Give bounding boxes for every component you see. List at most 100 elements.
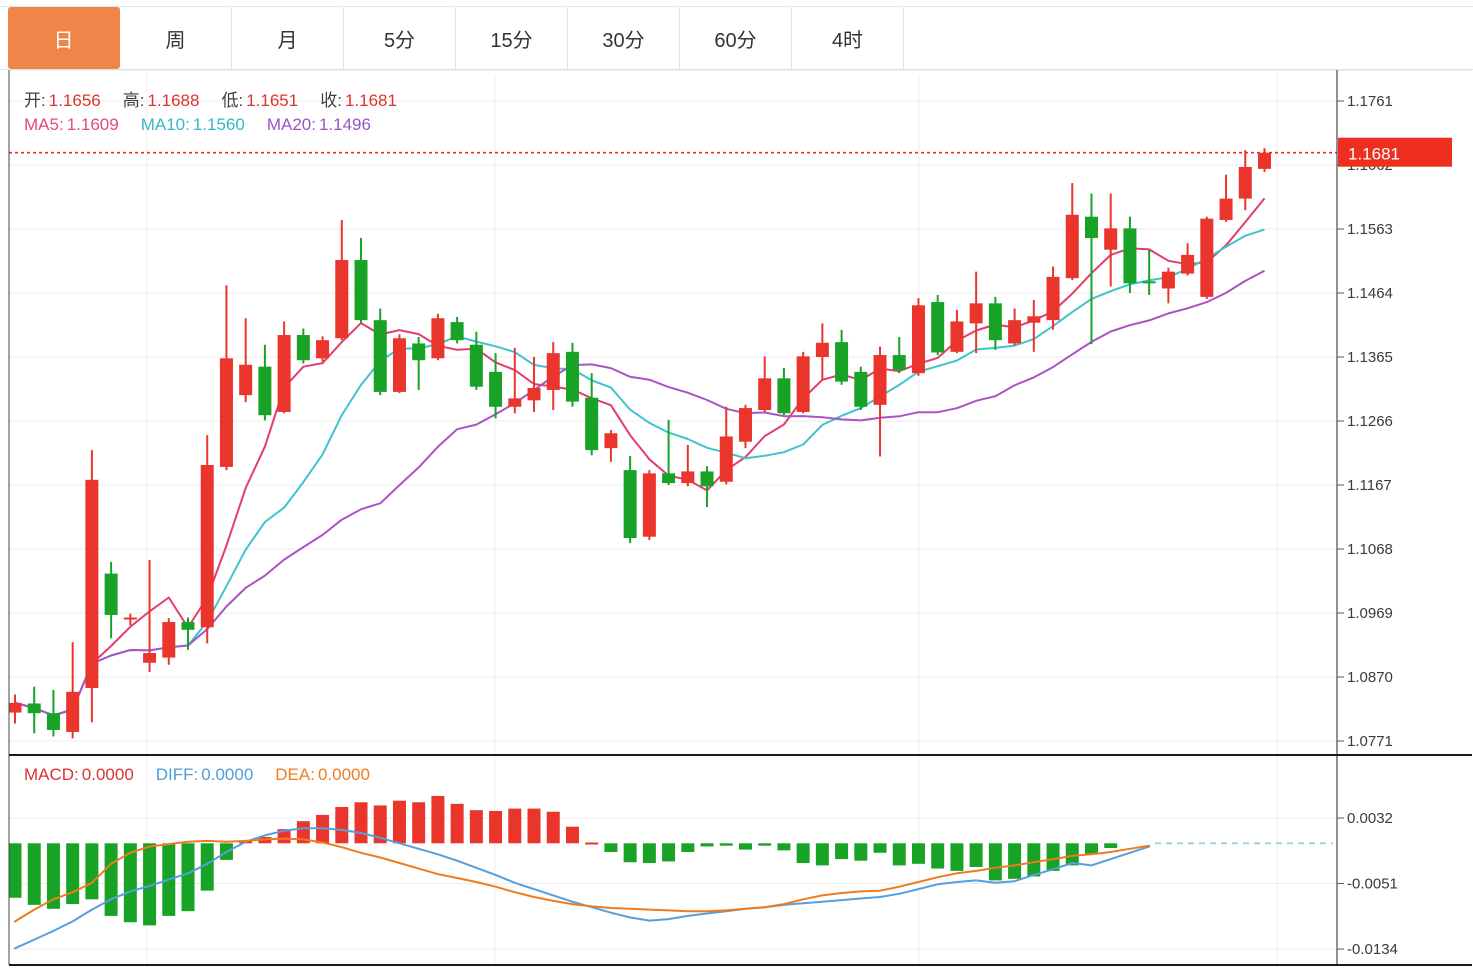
candle-body: [950, 321, 963, 351]
candle-body: [335, 260, 348, 338]
macd-axis-label: -0.0134: [1347, 941, 1398, 958]
macd-bar: [431, 796, 444, 843]
price-axis-label: 1.0870: [1347, 669, 1393, 686]
ohlc-item-2: 低:1.1651: [221, 91, 298, 110]
candle-body: [624, 470, 637, 538]
candle-body: [777, 378, 790, 413]
candle-body: [1066, 215, 1079, 278]
candle-body: [816, 343, 829, 357]
candle-body: [797, 356, 810, 412]
macd-bar: [66, 843, 79, 904]
candle-body: [239, 365, 252, 395]
macd-bar: [643, 843, 656, 863]
ohlc-item-3: 收:1.1681: [320, 91, 397, 110]
candle-body: [681, 471, 694, 483]
candle-body: [1008, 320, 1021, 343]
candle-body: [489, 372, 502, 407]
ma-item-2: MA20:1.1496: [267, 115, 371, 134]
candle-body: [1200, 219, 1213, 297]
macd-bar: [105, 843, 118, 916]
macd-bar: [797, 843, 810, 863]
candle-body: [220, 358, 233, 467]
current-price-tag-label: 1.1681: [1348, 145, 1400, 164]
macd-bar: [893, 843, 906, 865]
candle-body: [604, 433, 617, 448]
candle-body: [893, 355, 906, 370]
macd-axis-label: -0.0051: [1347, 876, 1398, 893]
macd-bar: [701, 843, 714, 846]
macd-bar: [931, 843, 944, 868]
price-axis-label: 1.1266: [1347, 413, 1393, 430]
candle-body: [297, 335, 310, 360]
macd-bar: [508, 809, 521, 844]
price-axis-label: 1.1761: [1347, 93, 1393, 110]
candle-body: [758, 378, 771, 410]
macd-bar: [489, 811, 502, 843]
macd-legend: MACD:0.0000DIFF:0.0000DEA:0.0000: [24, 765, 392, 785]
macd-bar: [720, 843, 733, 845]
ohlc-item-0: 开:1.1656: [24, 91, 101, 110]
macd-bar: [85, 843, 98, 899]
ohlc-legend: 开:1.1656 高:1.1688 低:1.1651 收:1.1681: [24, 86, 419, 111]
macd-bar: [970, 843, 983, 867]
candle-body: [701, 471, 714, 486]
macd-item-2: DEA:0.0000: [275, 765, 370, 784]
candle-body: [1085, 217, 1098, 238]
price-axis-label: 1.1068: [1347, 541, 1393, 558]
macd-bar: [989, 843, 1002, 880]
candle-body: [528, 388, 541, 400]
candle-body: [393, 338, 406, 392]
macd-bar: [470, 810, 483, 843]
candle-body: [1162, 272, 1175, 289]
candle-body: [431, 318, 444, 358]
candle-body: [470, 345, 483, 387]
candle-body: [1220, 199, 1233, 220]
macd-bar: [777, 843, 790, 850]
macd-bar: [816, 843, 829, 865]
candle-body: [970, 303, 983, 323]
macd-bar: [412, 802, 425, 843]
candle-body: [374, 320, 387, 392]
candle-body: [258, 367, 271, 415]
candle-body: [585, 398, 598, 450]
candle-body: [1258, 153, 1271, 169]
price-axis-label: 1.0969: [1347, 605, 1393, 622]
candle-body: [85, 480, 98, 688]
candle-body: [278, 335, 291, 412]
macd-bar: [681, 843, 694, 852]
macd-bar: [758, 843, 771, 845]
macd-bar: [1085, 843, 1098, 854]
candle-body: [162, 622, 175, 658]
macd-bar: [585, 843, 598, 845]
candle-body: [143, 653, 156, 663]
trading-chart-app: 日周月5分15分30分60分4时 开:1.1656高:1.1688低:1.165…: [0, 0, 1473, 969]
candle-body: [451, 322, 464, 340]
candle-body: [47, 713, 60, 730]
price-axis-label: 1.1365: [1347, 349, 1393, 366]
candle-body: [835, 342, 848, 381]
macd-bar: [835, 843, 848, 859]
candle-body: [1047, 277, 1060, 320]
candle-body: [989, 303, 1002, 340]
macd-bar: [912, 843, 925, 864]
candle-body: [874, 355, 887, 405]
macd-bar: [451, 804, 464, 843]
price-axis-label: 1.1563: [1347, 221, 1393, 238]
macd-bar: [355, 802, 368, 843]
candle-body: [854, 372, 867, 407]
candle-body: [105, 574, 118, 615]
macd-item-1: DIFF:0.0000: [156, 765, 254, 784]
ohlc-item-1: 高:1.1688: [123, 91, 200, 110]
candle-body: [566, 352, 579, 402]
candlestick-chart[interactable]: 1.17611.16621.15631.14641.13651.12661.11…: [0, 0, 1473, 969]
candle-body: [931, 302, 944, 352]
candle-body: [182, 622, 195, 630]
macd-bar: [739, 843, 752, 849]
candle-body: [316, 340, 329, 358]
candle-body: [9, 703, 22, 713]
price-axis-label: 1.1167: [1347, 477, 1392, 494]
candle-body: [720, 437, 733, 482]
ma-item-0: MA5:1.1609: [24, 115, 119, 134]
candle-body: [739, 408, 752, 442]
price-axis-label: 1.0771: [1347, 733, 1393, 750]
